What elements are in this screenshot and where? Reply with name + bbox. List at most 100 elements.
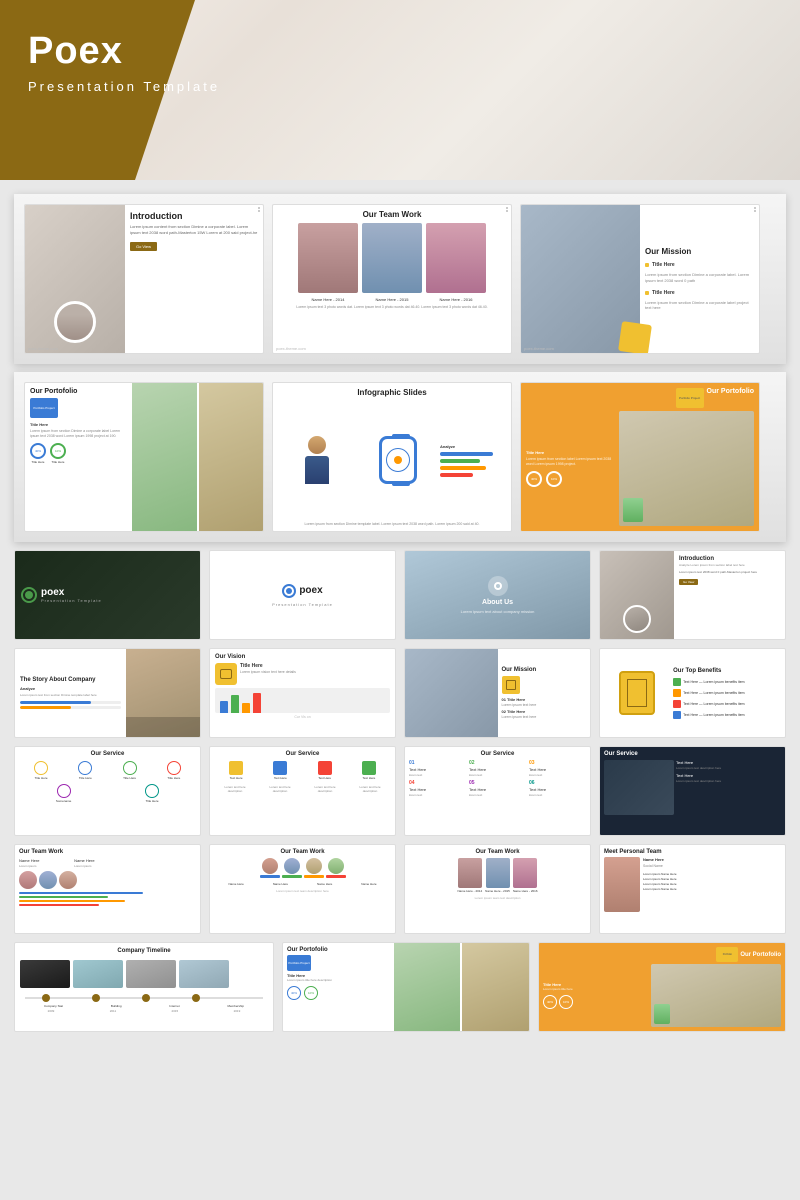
mission-content-side: Our Mission Title Here Lorem ipsum from … [640,205,759,353]
svc-icon-circle-4 [167,761,181,775]
svc3-num-06: 06 [529,780,586,786]
slide-portfolio-1[interactable]: Our Portofolio Portfolio Project Title H… [24,382,264,532]
vision-cur-vis: Cur Vis on [215,715,390,719]
svc2-label-2: Text Here [274,776,287,780]
team-bars-people: Name Here Lorem ipsum Name Here Lorem ip… [19,858,196,868]
slide-portfolio-2[interactable]: Portfolio Project Our Portofolio Title H… [520,382,760,532]
slide-our-mission[interactable]: Our Mission Title Here Lorem ipsum from … [520,204,760,354]
timeline-dot-4 [192,994,200,1002]
team3-name-3: Name Here - 2016 [513,889,538,893]
slide-our-vision[interactable]: Our Vision Title Here Lorem ipsum vision… [209,648,396,738]
slide-service-outline[interactable]: Our Service Title Here Title Here Title … [14,746,201,836]
check-blue-4 [673,711,681,719]
slide-timeline[interactable]: Company Timeline Company Stat [14,942,274,1032]
slide-portfolio-orange-bottom[interactable]: Portfolio Our Portofolio Title Here Lore… [538,942,786,1032]
vision-chart-area [215,688,390,713]
svc-icon-circle-2 [78,761,92,775]
mission-small-body2: Lorem ipsum text here [502,715,587,719]
slide-service-colored[interactable]: Our Service Text Here Text Here Text Her… [209,746,396,836]
port-orange-box-text: Portfolio [723,953,732,956]
mission-dot-2 [645,291,649,295]
slide-intro-layout: Introduction Lorem ipsum content from se… [25,205,263,353]
team3-name-2: Name Here - 2015 [485,889,510,893]
slide-dark-logo[interactable]: poex Presentation Template [14,550,201,640]
team-slide-title: Our Team Work [278,210,506,219]
go-view-button[interactable]: Go View [130,242,157,251]
team-bar-red [19,904,99,906]
slide-team-3photos[interactable]: Our Team Work Name Here - 2014 Name Here… [404,844,591,934]
svc3-label-04: Text Here [409,787,466,792]
team-bars-title: Our Team Work [19,849,196,855]
svc-icon-circle-1 [34,761,48,775]
pencil-icon-large [619,671,655,715]
white-logo-brand: poex [299,585,322,596]
team-icons-title: Our Team Work [214,849,391,855]
svc3-num-04: 04 [409,780,466,786]
service2-icons-top: Text Here Text Here Text Here Text Here [214,761,391,780]
service2-row2: Lorem text here description Lorem text h… [214,785,391,793]
circle-pct-2: 10% [50,443,66,459]
watch-band-bottom [392,482,410,486]
portfolio1-box-label: Portfolio Project [33,406,54,410]
service-icon-2: Title Here [78,761,92,780]
intro-small-text: Introduction Analyze Lorem ipsum from se… [674,551,785,639]
slide-white-logo[interactable]: poex Presentation Template [209,550,396,640]
slide-meet-team[interactable]: Meet Personal Team Name Here Social Name… [599,844,786,934]
port-blue-text: Our Portofolio Portfolio Project Title H… [283,943,394,1031]
slide-intro-small[interactable]: Introduction Analyze Lorem ipsum from se… [599,550,786,640]
team-icon-avatar-1 [262,858,278,874]
team-ptitle-1: Lorem ipsum [19,864,72,868]
slide-team-bars[interactable]: Our Team Work Name Here Lorem ipsum Name… [14,844,201,934]
service4-desc-1: Lorem ipsum text description here [676,767,781,771]
slide-team-work[interactable]: Our Team Work Name Here - 2014 Name Here… [272,204,512,354]
mission-small-text: Our Mission 01 Title Here Lorem ipsum te… [498,649,591,737]
intro-image-side [25,205,125,353]
slide-service-numbered[interactable]: Our Service 01 Text Here lorem text 02 T… [404,746,591,836]
intro-go-view[interactable]: Go View [679,579,698,585]
port-orange-header: Portfolio Our Portofolio [543,947,781,962]
team3-person-3: Name Here - 2016 [513,858,538,893]
portfolio2-top: Portfolio Project Our Portofolio [526,388,754,408]
slide-infographic[interactable]: Infographic Slides [272,382,512,532]
slide-mission-small[interactable]: Our Mission 01 Title Here Lorem ipsum te… [404,648,591,738]
svc3-desc-03: lorem text [529,773,586,777]
svc3-desc-01: lorem text [409,773,466,777]
mission-image-side [521,205,640,353]
slide-top-benefits[interactable]: Our Top Benefits Text Here — Lorem ipsum… [599,648,786,738]
story-bar-bg-1 [20,701,121,704]
team-icons-layout: Our Team Work [210,845,395,933]
svc3-desc-05: lorem text [469,793,526,797]
slide-team-icons[interactable]: Our Team Work [209,844,396,934]
portfolio1-blue-box: Portfolio Project [30,398,58,418]
tname-1: Name Here [228,882,243,886]
story-analyze: Analyze [20,686,121,691]
about-layout: About Us Lorem ipsum text about company … [405,551,590,639]
about-title: About Us [482,599,513,606]
mission-item-title-1: Title Here [652,262,675,268]
white-logo-layout: poex Presentation Template [210,551,395,639]
svc3-item-05: 05 Text Here lorem text [469,780,526,797]
slide-portfolio-blue-bottom[interactable]: Our Portofolio Portfolio Project Title H… [282,942,530,1032]
svc-icon-label-2: Title Here [79,776,92,780]
slide-service-dark[interactable]: Our Service Text Here Lorem ipsum text d… [599,746,786,836]
about-text: Lorem ipsum text about company mission [455,609,541,614]
white-logo-icon [282,584,296,598]
intro-small-img [600,551,674,639]
service3-layout: Our Service 01 Text Here lorem text 02 T… [405,747,590,835]
infographic-content: Analyze [278,401,506,519]
intro-small-title: Introduction [679,556,780,562]
service4-layout: Our Service Text Here Lorem ipsum text d… [600,747,785,835]
portfolio1-img1 [132,383,196,531]
slide-introduction[interactable]: Introduction Lorem ipsum content from se… [24,204,264,354]
portfolio1-title: Our Portofolio [30,388,127,395]
vision-content: Title Here Lorem ipsum vision text here … [215,663,390,685]
header: Poex Presentation Template [0,0,800,180]
portfolio1-subtitle: Title Here [30,422,127,427]
slide-about-us[interactable]: About Us Lorem ipsum text about company … [404,550,591,640]
featured-slides-row: Introduction Lorem ipsum content from se… [14,194,786,364]
story-bar-row-2 [20,706,121,709]
team3-photo-1 [458,858,482,888]
slide-story[interactable]: The Story About Company Analyze Lorem ip… [14,648,201,738]
svc-icon-circle-5 [57,784,71,798]
svc-icon-circle-3 [123,761,137,775]
